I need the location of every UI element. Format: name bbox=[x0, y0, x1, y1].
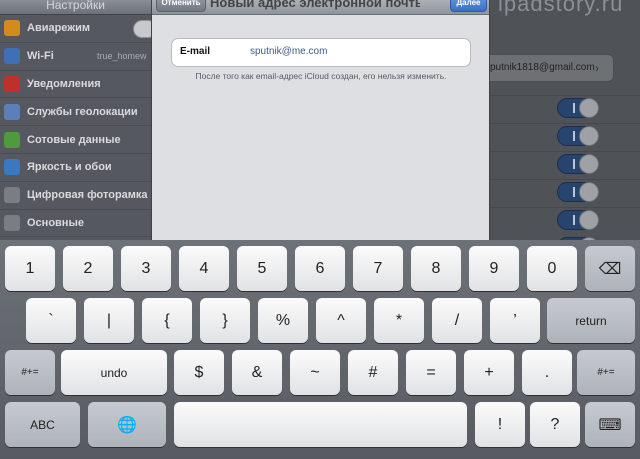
backspace-icon[interactable]: ⌫ bbox=[585, 246, 635, 291]
email-input[interactable]: sputnik@me.com bbox=[250, 46, 327, 57]
symbols-shift-button[interactable]: #+= bbox=[577, 350, 635, 395]
sidebar-item: Основные bbox=[0, 210, 151, 238]
key-8[interactable]: 8 bbox=[411, 246, 461, 291]
sidebar-title: Настройки bbox=[0, 0, 151, 15]
return-button[interactable]: return bbox=[547, 298, 635, 343]
divider bbox=[488, 179, 640, 180]
gear-icon bbox=[4, 214, 20, 231]
sidebar-item: Цифровая фоторамка bbox=[0, 182, 151, 210]
cellular-icon bbox=[4, 131, 20, 148]
settings-detail: ipadstory.ru sputnik1818@gmail.com › bbox=[488, 0, 640, 240]
wifi-icon bbox=[4, 48, 20, 65]
toggle-switch bbox=[557, 210, 599, 230]
key-symbol[interactable]: * bbox=[374, 298, 424, 343]
symbols-shift-button[interactable]: #+= bbox=[5, 350, 55, 395]
key-symbol[interactable]: | bbox=[84, 298, 134, 343]
settings-sidebar: Настройки Авиарежим Wi-Fi true_homew Уведом… bbox=[0, 0, 151, 240]
sidebar-item-label: Сотовые данные bbox=[27, 133, 121, 146]
account-email: sputnik1818@gmail.com bbox=[488, 62, 595, 73]
sidebar-item-label: Уведомления bbox=[27, 77, 101, 90]
toggle-switch bbox=[557, 154, 599, 174]
key-0[interactable]: 0 bbox=[527, 246, 577, 291]
onscreen-keyboard: 1 2 3 4 5 6 7 8 9 0 ⌫ ` |{}% ^ * /’ return #+= undo $ & ~ # = +.… bbox=[0, 240, 640, 459]
key-symbol[interactable]: } bbox=[200, 298, 250, 343]
email-footnote: После того как email-адрес iCloud создан… bbox=[195, 71, 447, 81]
sidebar-item: Wi-Fi true_homew bbox=[0, 43, 151, 71]
divider bbox=[488, 95, 640, 96]
divider bbox=[488, 123, 640, 124]
sidebar-item: Яркость и обои bbox=[0, 154, 151, 182]
undo-button[interactable]: undo bbox=[61, 350, 167, 395]
sidebar-item: Сотовые данные bbox=[0, 126, 151, 154]
watermark: ipadstory.ru bbox=[498, 0, 624, 16]
new-email-dialog: Отменить Новый адрес электронной почты Д… bbox=[151, 0, 490, 240]
divider bbox=[488, 207, 640, 208]
email-field[interactable]: E-mail sputnik@me.com bbox=[171, 38, 471, 67]
space-bar[interactable] bbox=[174, 402, 467, 447]
next-button[interactable]: Далее bbox=[450, 0, 487, 12]
key-symbol[interactable]: % bbox=[258, 298, 308, 343]
airplane-icon bbox=[4, 20, 20, 37]
sidebar-item-label: Яркость и обои bbox=[27, 161, 112, 174]
key-symbol[interactable]: { bbox=[142, 298, 192, 343]
sidebar-item-label: Авиарежим bbox=[27, 22, 90, 35]
hide-keyboard-icon[interactable]: ⌨ bbox=[585, 402, 635, 447]
key-symbol[interactable]: $ bbox=[174, 350, 224, 395]
key-symbol[interactable]: / bbox=[432, 298, 482, 343]
sidebar-item: Авиарежим bbox=[0, 15, 151, 43]
key-symbol[interactable]: + bbox=[464, 350, 514, 395]
key-symbol[interactable]: ! bbox=[475, 402, 525, 447]
picture-frame-icon bbox=[4, 187, 20, 204]
cancel-button[interactable]: Отменить bbox=[156, 0, 206, 12]
sidebar-item-label: Основные bbox=[27, 216, 84, 229]
key-symbol[interactable]: ~ bbox=[290, 350, 340, 395]
toggle-switch bbox=[557, 182, 599, 202]
sidebar-item-value: true_homew bbox=[97, 51, 147, 62]
sidebar-list: Авиарежим Wi-Fi true_homew Уведомления Служб… bbox=[0, 15, 151, 238]
dialog-title: Новый адрес электронной почты bbox=[210, 0, 420, 10]
email-label: E-mail bbox=[180, 46, 211, 57]
key-9[interactable]: 9 bbox=[469, 246, 519, 291]
key-4[interactable]: 4 bbox=[179, 246, 229, 291]
sidebar-item-label: Wi-Fi bbox=[27, 50, 54, 63]
sidebar-item-label: Цифровая фоторамка bbox=[27, 189, 148, 202]
key-symbol[interactable]: ’ bbox=[490, 298, 540, 343]
key-symbol[interactable]: ? bbox=[530, 402, 580, 447]
brightness-icon bbox=[4, 159, 20, 176]
key-symbol[interactable]: # bbox=[348, 350, 398, 395]
divider bbox=[488, 151, 640, 152]
key-symbol[interactable]: & bbox=[232, 350, 282, 395]
key-symbol[interactable]: ` bbox=[26, 298, 76, 343]
key-2[interactable]: 2 bbox=[63, 246, 113, 291]
account-row: sputnik1818@gmail.com › bbox=[488, 54, 614, 82]
globe-icon[interactable]: 🌐 bbox=[88, 402, 166, 447]
key-symbol[interactable]: ^ bbox=[316, 298, 366, 343]
key-6[interactable]: 6 bbox=[295, 246, 345, 291]
abc-button[interactable]: ABC bbox=[5, 402, 80, 447]
key-symbol[interactable]: = bbox=[406, 350, 456, 395]
sidebar-item-label: Службы геолокации bbox=[27, 105, 138, 118]
key-7[interactable]: 7 bbox=[353, 246, 403, 291]
toggle-switch bbox=[557, 126, 599, 146]
airplane-toggle bbox=[133, 20, 151, 38]
sidebar-item: Службы геолокации bbox=[0, 98, 151, 127]
key-1[interactable]: 1 bbox=[5, 246, 55, 291]
key-5[interactable]: 5 bbox=[237, 246, 287, 291]
dialog-navbar: Отменить Новый адрес электронной почты Д… bbox=[152, 0, 489, 15]
key-3[interactable]: 3 bbox=[121, 246, 171, 291]
location-icon bbox=[4, 103, 20, 120]
toggle-switch bbox=[557, 98, 599, 118]
notifications-icon bbox=[4, 75, 20, 92]
sidebar-item: Уведомления bbox=[0, 71, 151, 99]
chevron-right-icon: › bbox=[595, 61, 599, 75]
key-symbol[interactable]: . bbox=[522, 350, 572, 395]
